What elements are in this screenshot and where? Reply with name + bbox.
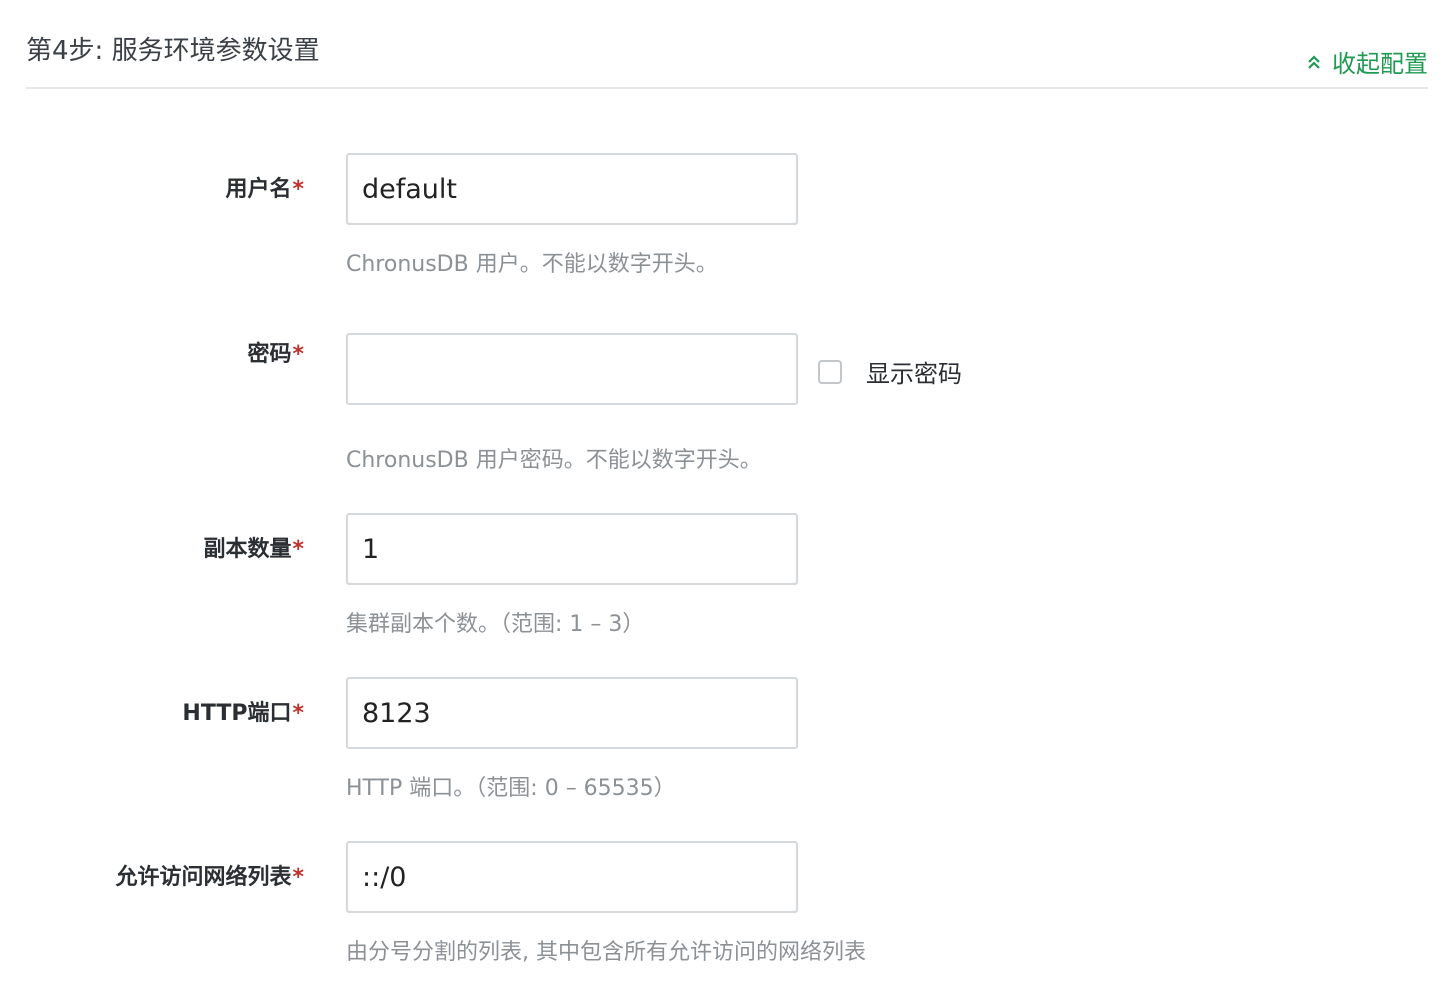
allowed-networks-hint: 由分号分割的列表, 其中包含所有允许访问的网络列表 xyxy=(346,940,866,965)
required-marker: * xyxy=(292,865,304,890)
password-hint: ChronusDB 用户密码。不能以数字开头。 xyxy=(346,448,762,473)
required-marker: * xyxy=(292,701,304,726)
allowed-networks-label: 允许访问网络列表* xyxy=(115,865,304,890)
http-port-label: HTTP端口* xyxy=(182,701,304,726)
show-password-label: 显示密码 xyxy=(866,360,962,388)
username-input[interactable] xyxy=(346,153,798,225)
double-chevron-up-icon xyxy=(1306,54,1322,70)
required-marker: * xyxy=(292,342,304,367)
replicas-hint: 集群副本个数。（范围: 1 – 3） xyxy=(346,612,645,637)
section-header: 第4步: 服务环境参数设置 收起配置 xyxy=(26,0,1428,89)
replicas-input[interactable] xyxy=(346,513,798,585)
password-label: 密码* xyxy=(247,342,304,367)
show-password-checkbox[interactable] xyxy=(818,359,842,384)
replicas-label: 副本数量* xyxy=(203,537,304,562)
show-password-toggle[interactable]: 显示密码 xyxy=(818,354,962,389)
password-input[interactable] xyxy=(346,333,798,405)
allowed-networks-input[interactable] xyxy=(346,841,798,913)
service-config-page: 第4步: 服务环境参数设置 收起配置 用户名* ChronusDB 用户。不能以… xyxy=(0,0,1444,1008)
step-title: 第4步: 服务环境参数设置 xyxy=(26,36,320,66)
required-marker: * xyxy=(292,177,304,202)
collapse-config-label: 收起配置 xyxy=(1332,50,1428,78)
collapse-config-link[interactable]: 收起配置 xyxy=(1306,44,1428,79)
http-port-hint: HTTP 端口。（范围: 0 – 65535） xyxy=(346,776,676,801)
username-label: 用户名* xyxy=(225,177,304,202)
http-port-input[interactable] xyxy=(346,677,798,749)
username-hint: ChronusDB 用户。不能以数字开头。 xyxy=(346,252,718,277)
required-marker: * xyxy=(292,537,304,562)
